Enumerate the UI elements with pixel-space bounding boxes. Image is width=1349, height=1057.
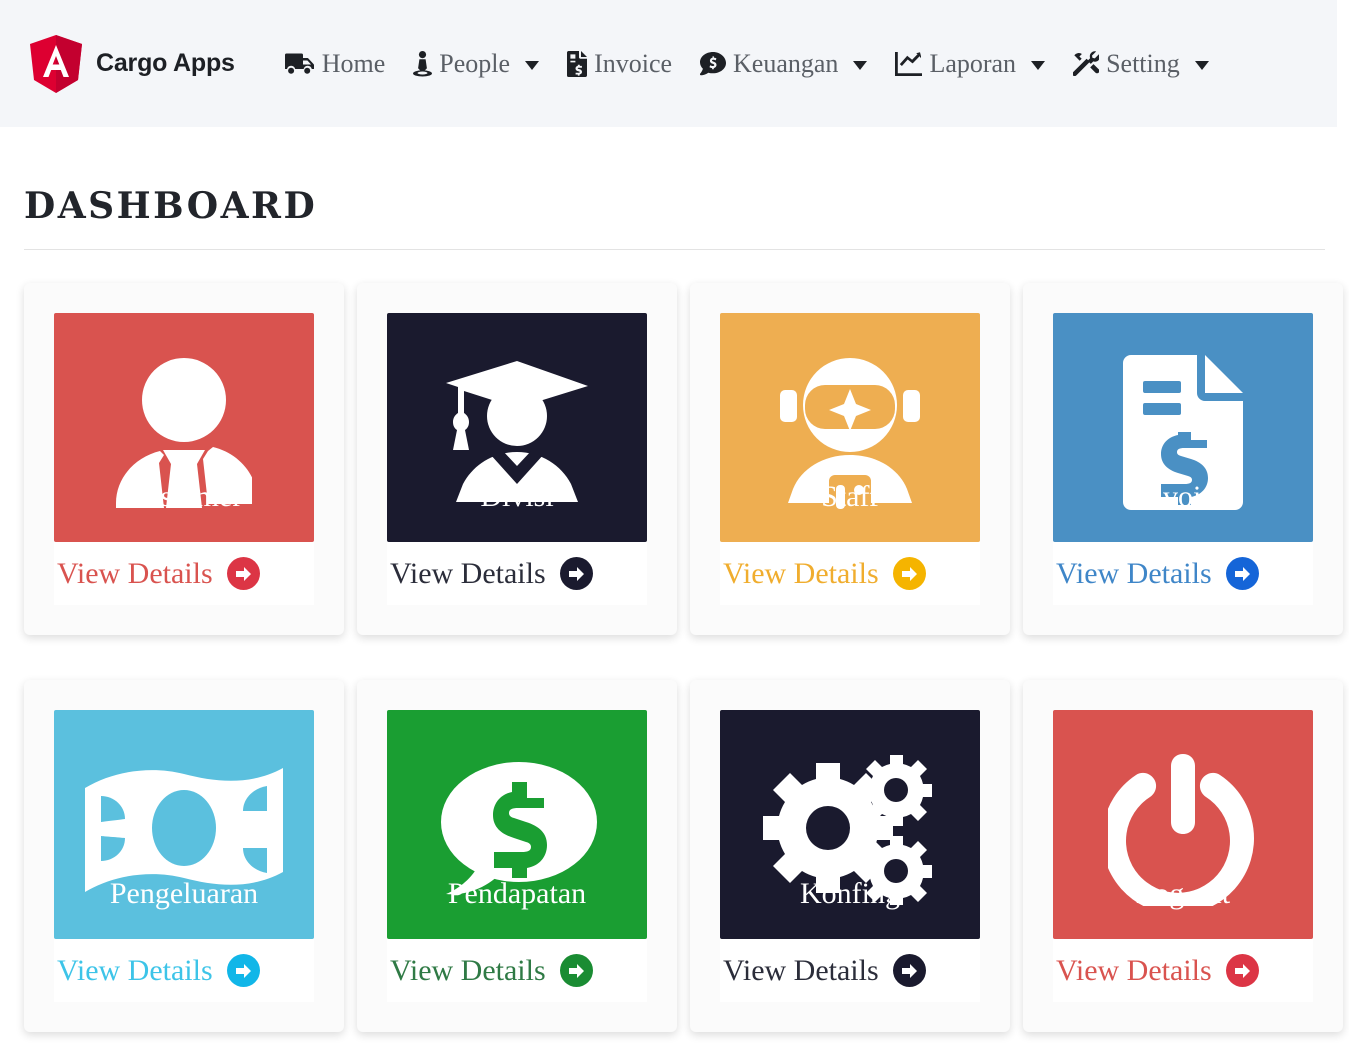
arrow-right-icon[interactable] (559, 557, 593, 590)
nav-item-laporan[interactable]: Laporan (881, 48, 1059, 78)
view-details-label: View Details (57, 556, 213, 590)
truck-icon (284, 52, 315, 76)
card-footer[interactable]: View Details (720, 542, 980, 605)
tools-icon (1073, 51, 1100, 76)
user-tie-icon (413, 50, 433, 77)
comment-dollar-icon (700, 51, 727, 76)
nav-item-label: Keuangan (733, 48, 839, 78)
dashboard-card-pengeluaran[interactable]: Pengeluaran View Details (24, 680, 344, 1032)
arrow-right-icon[interactable] (226, 954, 260, 987)
nav-item-keuangan[interactable]: Keuangan (686, 48, 881, 78)
card-footer[interactable]: View Details (387, 542, 647, 605)
card-footer[interactable]: View Details (54, 939, 314, 1002)
nav-item-label: Invoice (594, 48, 673, 78)
title-divider (24, 249, 1325, 250)
nav-item-label: Setting (1106, 48, 1180, 78)
card-tile: Pendapatan (387, 710, 647, 939)
dashboard-card-pendapatan[interactable]: Pendapatan View Details (357, 680, 677, 1032)
chevron-down-icon[interactable] (1031, 60, 1046, 70)
arrow-right-icon[interactable] (559, 954, 593, 987)
page-title: DASHBOARD (24, 185, 318, 227)
brand-link[interactable]: Cargo Apps (30, 34, 235, 93)
dashboard-card-konfing[interactable]: Konfing View Details (690, 680, 1010, 1032)
nav-item-label: Home (321, 48, 386, 78)
dashboard-card-invoice[interactable]: Invoice View Details (1023, 283, 1343, 635)
chart-line-icon (895, 51, 923, 76)
card-footer[interactable]: View Details (1053, 939, 1313, 1002)
card-footer[interactable]: View Details (1053, 542, 1313, 605)
view-details-label: View Details (1056, 953, 1212, 987)
dashboard-card-staff[interactable]: Staff View Details (690, 283, 1010, 635)
dashboard-card-divisi[interactable]: Divisi View Details (357, 283, 677, 635)
card-footer[interactable]: View Details (387, 939, 647, 1002)
chevron-down-icon[interactable] (525, 60, 540, 70)
view-details-label: View Details (723, 953, 879, 987)
nav-item-setting[interactable]: Setting (1059, 48, 1223, 78)
chevron-down-icon[interactable] (853, 60, 868, 70)
view-details-label: View Details (1056, 556, 1212, 590)
nav-item-home[interactable]: Home (271, 48, 400, 78)
nav-item-people[interactable]: People (399, 48, 553, 78)
card-tile: Staff (720, 313, 980, 542)
arrow-right-icon[interactable] (892, 557, 926, 590)
card-footer[interactable]: View Details (54, 542, 314, 605)
main-navbar: Cargo Apps Home People Invoice Keuangan … (0, 0, 1337, 127)
nav-item-label: People (439, 48, 511, 78)
card-tile: Pengeluaran (54, 710, 314, 939)
card-label: Log out (1135, 877, 1231, 910)
page-container: DASHBOARD Customer View Details Divisi V… (0, 127, 1349, 1032)
card-tile: Konfing (720, 710, 980, 939)
nav-items: Home People Invoice Keuangan Laporan Set… (271, 48, 1223, 78)
angular-shield-logo-icon (30, 34, 82, 93)
arrow-right-icon[interactable] (892, 954, 926, 987)
chevron-down-icon[interactable] (1194, 60, 1209, 70)
view-details-label: View Details (57, 953, 213, 987)
brand-title: Cargo Apps (96, 49, 235, 77)
card-label: Divisi (480, 480, 554, 513)
card-label: Konfing (800, 877, 900, 910)
view-details-label: View Details (723, 556, 879, 590)
arrow-right-icon[interactable] (1225, 954, 1259, 987)
nav-item-invoice[interactable]: Invoice (553, 48, 686, 78)
card-tile: Log out (1053, 710, 1313, 939)
dashboard-card-customer[interactable]: Customer View Details (24, 283, 344, 635)
card-tile: Invoice (1053, 313, 1313, 542)
file-invoice-dollar-icon (567, 50, 588, 77)
card-tile: Divisi (387, 313, 647, 542)
card-footer[interactable]: View Details (720, 939, 980, 1002)
dashboard-card-grid: Customer View Details Divisi View Detail… (24, 283, 1343, 1032)
view-details-label: View Details (390, 556, 546, 590)
card-label: Staff (821, 480, 879, 513)
card-label: Customer (125, 480, 243, 513)
card-label: Pengeluaran (109, 877, 259, 910)
nav-item-label: Laporan (929, 48, 1017, 78)
arrow-right-icon[interactable] (1225, 557, 1259, 590)
view-details-label: View Details (390, 953, 546, 987)
arrow-right-icon[interactable] (226, 557, 260, 590)
card-label: Pendapatan (447, 877, 587, 910)
card-tile: Customer (54, 313, 314, 542)
card-label: Invoice (1138, 480, 1228, 513)
dashboard-card-logout[interactable]: Log out View Details (1023, 680, 1343, 1032)
